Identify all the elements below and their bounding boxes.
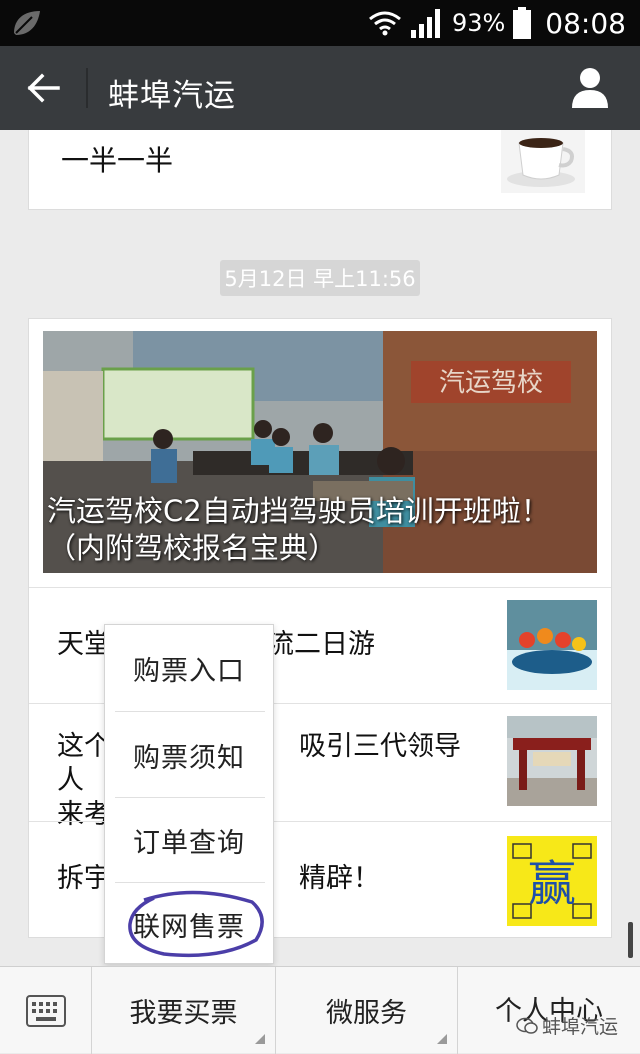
watermark: 蚌埠汽运 [516, 1012, 618, 1039]
tab-label: 微服务 [326, 998, 407, 1029]
arrow-left-icon[interactable] [24, 68, 64, 108]
wifi-icon [369, 11, 401, 36]
rafting-thumbnail [507, 600, 597, 690]
win-character-thumbnail: 赢 [507, 836, 597, 926]
signal-icon [410, 9, 440, 38]
watermark-text: 蚌埠汽运 [541, 1016, 618, 1038]
hero-article[interactable]: 汽运驾校 汽运驾校C2自动挡驾驶员培训开班啦！（内附驾校报名宝典） [43, 331, 597, 573]
bottom-menu-bar: 我要买票 微服务 个人中心 蚌埠汽运 [0, 966, 640, 1054]
hero-article-title: 汽运驾校C2自动挡驾驶员培训开班啦！（内附驾校报名宝典） [47, 494, 550, 565]
scroll-indicator[interactable] [628, 922, 633, 958]
title-bar: 蚌埠汽运 [0, 46, 640, 130]
title-divider [86, 68, 88, 108]
chat-content[interactable]: 一半一半 5月12日 早上11:56 汽运驾校 汽运驾校C2自动挡驾驶员培训开班… [0, 130, 640, 966]
previous-message-text: 一半一半 [61, 144, 174, 177]
user-icon[interactable] [570, 66, 610, 108]
menu-item-order-query[interactable]: 订单查询 [105, 797, 273, 883]
submenu-indicator-icon [437, 1034, 447, 1044]
wechat-icon [516, 1017, 538, 1034]
menu-item-ticket-notice[interactable]: 购票须知 [105, 712, 273, 798]
memorial-gate-thumbnail [507, 716, 597, 806]
tab-label: 我要买票 [129, 998, 238, 1029]
status-bar: 93% 08:08 [0, 0, 640, 46]
timestamp-badge: 5月12日 早上11:56 [220, 260, 420, 296]
menu-item-ticket-entrance[interactable]: 购票入口 [105, 625, 273, 711]
leaf-icon [14, 11, 40, 35]
keyboard-icon [26, 995, 66, 1027]
battery-percent: 93% [451, 9, 506, 37]
battery-icon [513, 7, 532, 39]
keyboard-toggle-button[interactable] [0, 967, 92, 1054]
submenu-indicator-icon [255, 1034, 265, 1044]
win-character: 赢 [528, 856, 576, 912]
coffee-cup-thumbnail [501, 130, 585, 193]
hero-sign-text: 汽运驾校 [439, 368, 543, 398]
highlight-circle [128, 890, 264, 958]
previous-message-card[interactable]: 一半一半 [28, 130, 612, 210]
tab-buy-ticket[interactable]: 我要买票 [92, 967, 276, 1054]
tab-micro-service[interactable]: 微服务 [276, 967, 458, 1054]
tab-personal-center[interactable]: 个人中心 [458, 967, 640, 1054]
page-title: 蚌埠汽运 [108, 78, 236, 114]
clock: 08:08 [545, 6, 626, 40]
